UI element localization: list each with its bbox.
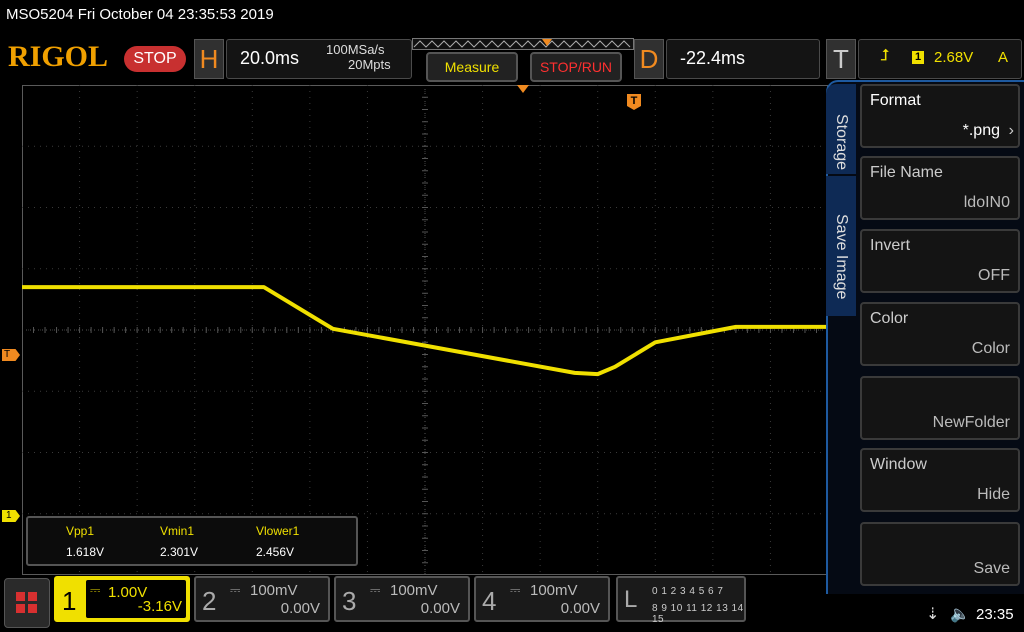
chevron-right-icon: › [1008, 122, 1014, 139]
trigger-level-marker[interactable]: T [2, 349, 20, 361]
menu-color-title: Color [870, 310, 909, 327]
memory-overview-strip [412, 38, 634, 50]
menu-invert-button[interactable]: Invert OFF [860, 229, 1020, 293]
speaker-icon[interactable]: 🔈 [950, 604, 970, 624]
menu-color-value: Color [971, 340, 1010, 357]
channel-2-scale: 100mV [250, 582, 298, 599]
dc-coupling-icon: ⎓ [510, 582, 521, 597]
trigger-position-marker [517, 85, 529, 93]
waveform-grid[interactable] [22, 85, 828, 575]
measurement-panel[interactable]: Vpp1 Vmin1 Vlower1 1.618V 2.301V 2.456V [26, 516, 358, 566]
menu-tab-save-image[interactable]: Save Image [826, 176, 856, 316]
menu-tab-storage-label: Storage [833, 114, 850, 171]
menu-window-button[interactable]: Window Hide [860, 448, 1020, 512]
meas-value-vmin: 2.301V [160, 545, 199, 559]
channel-2-box[interactable]: 2 ⎓ 100mV 0.00V [194, 576, 330, 622]
menu-filename-button[interactable]: File Name ldoIN0 [860, 156, 1020, 220]
meas-value-vpp: 1.618V [66, 545, 105, 559]
menu-save-button[interactable]: Save [860, 522, 1020, 586]
trigger-letter[interactable]: T [826, 39, 856, 79]
run-state-badge[interactable]: STOP [124, 46, 186, 72]
menu-format-title: Format [870, 92, 921, 109]
delay-letter[interactable]: D [634, 39, 664, 79]
menu-tab-storage[interactable]: Storage [826, 84, 856, 174]
ch1-offset-marker[interactable]: 1 [2, 510, 20, 522]
main-menu-button[interactable] [4, 578, 50, 628]
meas-label-vlower: Vlower1 [256, 524, 300, 538]
channel-4-offset: 0.00V [560, 600, 600, 617]
menu-format-button[interactable]: Format *.png › [860, 84, 1020, 148]
delay-value: -22.4ms [680, 48, 746, 68]
channel-2-offset: 0.00V [280, 600, 320, 617]
channel-4-scale: 100mV [530, 582, 578, 599]
logic-row-low: 0 1 2 3 4 5 6 7 [652, 586, 724, 597]
channel-2-number: 2 [202, 586, 217, 616]
menu-newfolder-value: NewFolder [932, 414, 1010, 431]
menu-newfolder-button[interactable]: NewFolder [860, 376, 1020, 440]
clock: 23:35 [976, 606, 1014, 623]
stop-run-button[interactable]: STOP/RUN [530, 52, 622, 82]
logic-letter: L [624, 586, 638, 613]
meas-value-vlower: 2.456V [256, 545, 295, 559]
channel-3-offset: 0.00V [420, 600, 460, 617]
trigger-mode: A [998, 49, 1009, 66]
dc-coupling-icon: ⎓ [90, 582, 101, 597]
menu-filename-value: ldoIN0 [963, 194, 1010, 211]
meas-label-vpp: Vpp1 [66, 524, 95, 538]
menu-filename-title: File Name [870, 164, 943, 181]
channel-3-number: 3 [342, 586, 357, 616]
channel-1-readout: ⎓ 1.00V -3.16V [86, 580, 186, 618]
menu-invert-title: Invert [870, 237, 911, 254]
rising-edge-icon: ⮥ [880, 47, 890, 64]
trigger-source-badge: 1 [912, 51, 924, 64]
channel-4-box[interactable]: 4 ⎓ 100mV 0.00V [474, 576, 610, 622]
menu-tab-save-image-label: Save Image [833, 214, 850, 300]
channel-1-box[interactable]: 1 ⎓ 1.00V -3.16V [54, 576, 190, 622]
menu-color-button[interactable]: Color Color [860, 302, 1020, 366]
memory-depth: 20Mpts [348, 57, 391, 72]
trigger-level: 2.68V [934, 49, 974, 66]
horizontal-letter[interactable]: H [194, 39, 224, 79]
menu-save-value: Save [973, 560, 1010, 577]
grid-menu-icon [16, 592, 37, 613]
measure-button[interactable]: Measure [426, 52, 518, 82]
channel-1-offset: -3.16V [137, 598, 182, 615]
timebase-value: 20.0ms [240, 48, 300, 68]
status-line: MSO5204 Fri October 04 23:35:53 2019 [6, 6, 274, 23]
meas-label-vmin: Vmin1 [160, 524, 195, 538]
menu-format-value: *.png [962, 122, 1000, 139]
rigol-logo: RIGOL [8, 40, 109, 73]
channel-1-number: 1 [62, 586, 77, 616]
logic-channels-box[interactable]: L 0 1 2 3 4 5 6 7 8 9 10 11 12 13 14 15 [616, 576, 746, 625]
dc-coupling-icon: ⎓ [230, 582, 241, 597]
usb-icon: ⇣ [926, 606, 940, 623]
channel-3-box[interactable]: 3 ⎓ 100mV 0.00V [334, 576, 470, 622]
channel-4-number: 4 [482, 586, 497, 616]
sample-rate: 100MSa/s [326, 42, 385, 57]
menu-window-value: Hide [977, 486, 1010, 503]
menu-window-title: Window [870, 456, 927, 473]
channel-3-scale: 100mV [390, 582, 438, 599]
dc-coupling-icon: ⎓ [370, 582, 381, 597]
logic-row-high: 8 9 10 11 12 13 14 15 [652, 603, 744, 625]
menu-invert-value: OFF [978, 267, 1010, 284]
